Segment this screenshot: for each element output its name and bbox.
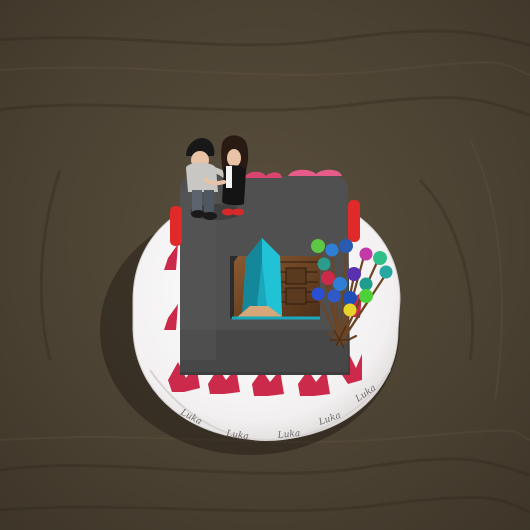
red-candle[interactable] (348, 200, 360, 242)
game-viewport[interactable]: Luka Luka Luka Luka Luka (0, 0, 530, 530)
red-candle[interactable] (170, 206, 182, 246)
